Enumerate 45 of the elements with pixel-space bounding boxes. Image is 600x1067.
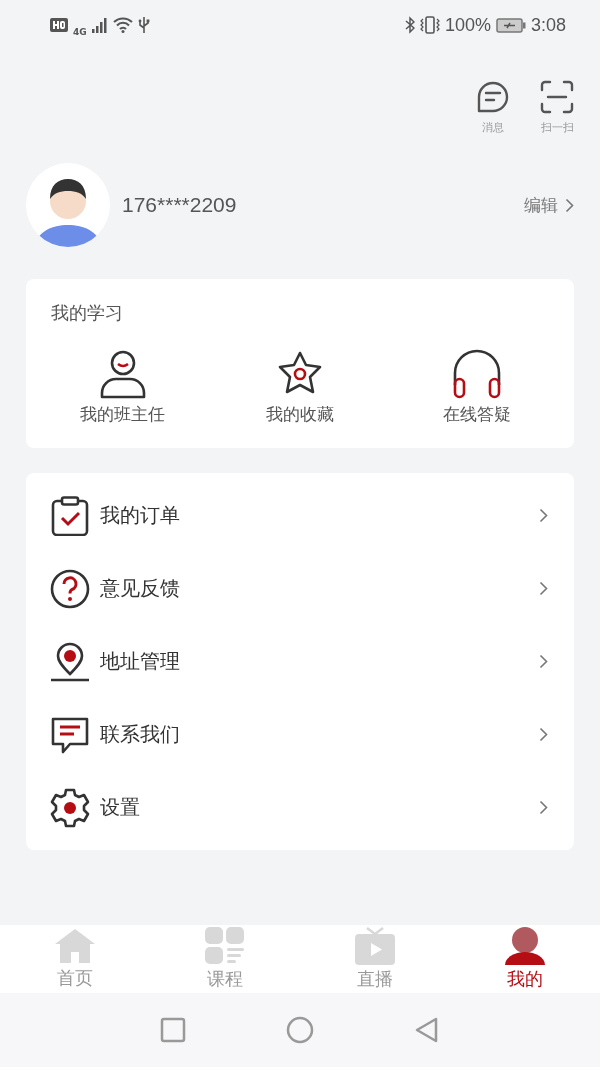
menu-label[interactable]: 我的订单 (100, 502, 529, 529)
shortcut-label[interactable]: 我的收藏 (266, 403, 334, 426)
clipboard-check-icon (50, 495, 90, 536)
section-title: 我的学习 (50, 301, 124, 325)
usb-icon (137, 16, 150, 34)
shortcut-label[interactable]: 在线答疑 (443, 403, 512, 426)
chevron-right-icon (539, 800, 548, 815)
menu-label[interactable]: 地址管理 (100, 648, 529, 675)
home-icon (54, 928, 96, 964)
settings-icon (50, 787, 90, 828)
clock-time: 3:08 (530, 14, 566, 36)
menu-label[interactable]: 意见反馈 (100, 575, 529, 602)
chevron-right-icon (539, 727, 548, 742)
triangle-icon[interactable] (414, 1017, 440, 1043)
location-pin-icon (50, 641, 90, 682)
chevron-right-icon (539, 654, 548, 669)
battery-percent: 100% (444, 14, 491, 36)
menu-item[interactable]: 我的订单 (26, 479, 574, 552)
chevron-right-icon (565, 197, 574, 213)
message-icon[interactable] (476, 80, 510, 114)
menu-item[interactable]: 联系我们 (26, 698, 574, 771)
vibrate-icon (419, 16, 440, 34)
tab[interactable]: 我的 (450, 927, 600, 991)
menu-item[interactable]: 设置 (26, 771, 574, 844)
square-icon[interactable] (160, 1017, 186, 1043)
bluetooth-icon (404, 16, 415, 34)
chevron-right-icon (539, 581, 548, 596)
menu-item[interactable]: 意见反馈 (26, 552, 574, 625)
edit-profile-link[interactable]: 编辑 (524, 193, 574, 217)
menu-label[interactable]: 设置 (100, 794, 529, 821)
circle-icon[interactable] (286, 1016, 314, 1044)
scan-icon[interactable] (540, 80, 574, 114)
person-icon (504, 927, 546, 965)
phone-number: 176****2209 (122, 193, 238, 217)
network-type: 4G (73, 27, 87, 37)
wifi-icon (112, 17, 133, 33)
menu-item[interactable]: 地址管理 (26, 625, 574, 698)
menu-label[interactable]: 联系我们 (100, 721, 529, 748)
question-circle-icon (50, 568, 90, 609)
battery-charging-icon (495, 17, 526, 33)
signal-icon (91, 17, 108, 33)
hd-icon (50, 18, 68, 32)
chevron-right-icon (539, 508, 548, 523)
shortcut-label[interactable]: 我的班主任 (80, 403, 166, 426)
grid-list-icon (205, 927, 245, 965)
